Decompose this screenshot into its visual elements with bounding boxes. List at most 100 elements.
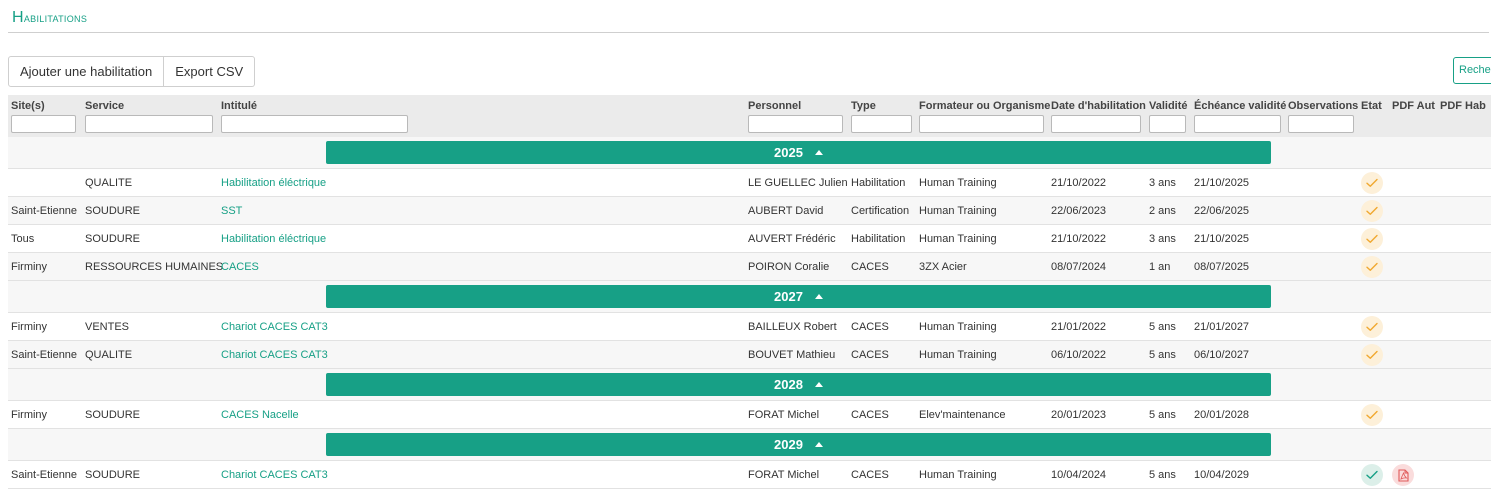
cell-date: 10/04/2024 xyxy=(1051,469,1107,481)
cell-personnel: BOUVET Mathieu xyxy=(748,349,836,361)
column-header-pdf_aut: PDF Aut xyxy=(1392,100,1435,112)
cell-formateur: 3ZX Acier xyxy=(919,261,967,273)
intitule-link[interactable]: Habilitation éléctrique xyxy=(221,169,326,197)
cell-service: RESSOURCES HUMAINES xyxy=(85,261,224,273)
column-header-intitule: Intitulé xyxy=(221,100,258,112)
intitule-link[interactable]: Chariot CACES CAT3 xyxy=(221,461,328,489)
cell-formateur: Human Training xyxy=(919,205,997,217)
cell-date: 21/10/2022 xyxy=(1051,177,1107,189)
cell-service: VENTES xyxy=(85,321,130,333)
cell-date: 08/07/2024 xyxy=(1051,261,1107,273)
intitule-link[interactable]: CACES xyxy=(221,253,259,281)
search-button[interactable]: Recherche xyxy=(1453,57,1491,84)
cell-formateur: Human Training xyxy=(919,321,997,333)
intitule-link[interactable]: Chariot CACES CAT3 xyxy=(221,313,328,341)
cell-site: Firminy xyxy=(11,321,48,333)
group-year: 2025 xyxy=(774,145,803,160)
table-row[interactable]: Tous SOUDURE Habilitation éléctrique AUVERT… xyxy=(8,225,1491,253)
cell-service: SOUDURE xyxy=(85,469,141,481)
cell-echeance: 08/07/2025 xyxy=(1194,261,1250,273)
filter-input-type[interactable] xyxy=(851,115,912,133)
cell-date: 21/10/2022 xyxy=(1051,233,1107,245)
cell-type: Certification xyxy=(851,205,910,217)
intitule-link[interactable]: Habilitation éléctrique xyxy=(221,225,326,253)
table-row[interactable]: Saint-Etienne QUALITE Chariot CACES CAT3 BO… xyxy=(8,341,1491,369)
cell-date: 06/10/2022 xyxy=(1051,349,1107,361)
cell-type: CACES xyxy=(851,349,889,361)
intitule-link[interactable]: SST xyxy=(221,197,242,225)
cell-echeance: 22/06/2025 xyxy=(1194,205,1250,217)
cell-validite: 5 ans xyxy=(1149,349,1176,361)
cell-validite: 5 ans xyxy=(1149,409,1176,421)
habilitations-table: Site(s) Service Intitulé Personnel Type Forma… xyxy=(8,95,1491,489)
cell-type: CACES xyxy=(851,409,889,421)
group-header-bar[interactable]: 2029 xyxy=(326,433,1271,456)
column-header-type: Type xyxy=(851,100,876,112)
cell-type: Habilitation xyxy=(851,177,906,189)
cell-personnel: AUVERT Frédéric xyxy=(748,233,836,245)
filter-input-observations[interactable] xyxy=(1288,115,1354,133)
page-title-rest: abilitations xyxy=(23,10,88,25)
cell-validite: 5 ans xyxy=(1149,469,1176,481)
group-header-bar[interactable]: 2025 xyxy=(326,141,1271,164)
cell-formateur: Human Training xyxy=(919,233,997,245)
status-warning-check-icon xyxy=(1361,228,1383,250)
filter-input-formateur[interactable] xyxy=(919,115,1044,133)
status-warning-check-icon xyxy=(1361,256,1383,278)
group-row-2029: 2029 xyxy=(8,429,1491,461)
cell-service: QUALITE xyxy=(85,349,133,361)
group-header-bar[interactable]: 2027 xyxy=(326,285,1271,308)
collapse-caret-icon xyxy=(814,382,823,387)
table-header: Site(s) Service Intitulé Personnel Type Forma… xyxy=(8,95,1491,137)
filter-input-validite[interactable] xyxy=(1149,115,1186,133)
page-title: Habilitations xyxy=(12,9,87,27)
status-warning-check-icon xyxy=(1361,344,1383,366)
filter-input-intitule[interactable] xyxy=(221,115,408,133)
filter-input-date[interactable] xyxy=(1051,115,1141,133)
cell-type: CACES xyxy=(851,469,889,481)
column-header-date: Date d'habilitation xyxy=(1051,100,1146,112)
cell-formateur: Human Training xyxy=(919,177,997,189)
status-valid-check-icon xyxy=(1361,464,1383,486)
toolbar: Ajouter une habilitation Export CSV xyxy=(8,56,256,87)
collapse-caret-icon xyxy=(814,150,823,155)
table-row[interactable]: Firminy SOUDURE CACES Nacelle FORAT Michel C… xyxy=(8,401,1491,429)
intitule-link[interactable]: CACES Nacelle xyxy=(221,401,299,429)
column-header-pdf_hab: PDF Hab xyxy=(1440,100,1486,112)
cell-echeance: 21/10/2025 xyxy=(1194,233,1250,245)
filter-input-personnel[interactable] xyxy=(748,115,843,133)
filter-input-site[interactable] xyxy=(11,115,76,133)
cell-type: Habilitation xyxy=(851,233,906,245)
cell-personnel: AUBERT David xyxy=(748,205,824,217)
cell-validite: 2 ans xyxy=(1149,205,1176,217)
cell-echeance: 20/01/2028 xyxy=(1194,409,1250,421)
export-csv-button[interactable]: Export CSV xyxy=(164,56,256,87)
cell-site: Firminy xyxy=(11,409,48,421)
page-title-initial: H xyxy=(12,9,24,26)
cell-validite: 5 ans xyxy=(1149,321,1176,333)
table-row[interactable]: Saint-Etienne SOUDURE Chariot CACES CAT3 FO… xyxy=(8,461,1491,489)
table-row[interactable]: Firminy VENTES Chariot CACES CAT3 BAILLEUX … xyxy=(8,313,1491,341)
cell-date: 21/01/2022 xyxy=(1051,321,1107,333)
filter-input-echeance[interactable] xyxy=(1194,115,1281,133)
cell-formateur: Human Training xyxy=(919,349,997,361)
filter-input-service[interactable] xyxy=(85,115,213,133)
column-header-echeance: Échéance validité xyxy=(1194,100,1287,112)
column-header-formateur: Formateur ou Organisme xyxy=(919,100,1051,112)
cell-personnel: FORAT Michel xyxy=(748,409,820,421)
column-header-site: Site(s) xyxy=(11,100,45,112)
cell-type: CACES xyxy=(851,261,889,273)
cell-site: Tous xyxy=(11,233,35,245)
pdf-file-icon[interactable] xyxy=(1392,464,1414,486)
cell-personnel: LE GUELLEC Julien xyxy=(748,177,848,189)
table-row[interactable]: QUALITE Habilitation éléctrique LE GUELLEC… xyxy=(8,169,1491,197)
add-habilitation-button[interactable]: Ajouter une habilitation xyxy=(8,56,165,87)
table-row[interactable]: Saint-Etienne SOUDURE SST AUBERT David Certi… xyxy=(8,197,1491,225)
table-row[interactable]: Firminy RESSOURCES HUMAINES CACES POIRON Co… xyxy=(8,253,1491,281)
intitule-link[interactable]: Chariot CACES CAT3 xyxy=(221,341,328,369)
cell-date: 20/01/2023 xyxy=(1051,409,1107,421)
column-header-etat: Etat xyxy=(1361,100,1382,112)
group-header-bar[interactable]: 2028 xyxy=(326,373,1271,396)
status-warning-check-icon xyxy=(1361,172,1383,194)
status-warning-check-icon xyxy=(1361,200,1383,222)
